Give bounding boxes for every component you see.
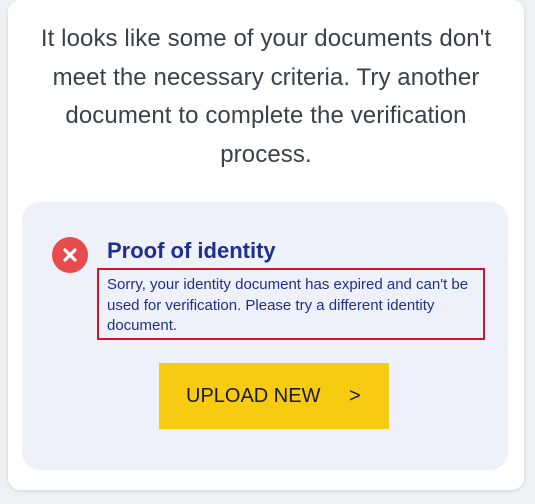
panel-title: Proof of identity xyxy=(107,238,276,263)
upload-new-button[interactable]: UPLOAD NEW > xyxy=(159,363,389,429)
chevron-right-icon: > xyxy=(349,385,361,407)
error-x-icon xyxy=(52,237,88,273)
upload-new-label: UPLOAD NEW xyxy=(186,385,321,407)
error-message: Sorry, your identity document has expire… xyxy=(97,268,485,340)
verification-card: It looks like some of your documents don… xyxy=(8,0,524,490)
intro-text: It looks like some of your documents don… xyxy=(40,25,492,168)
proof-of-identity-panel: Proof of identity Sorry, your identity d… xyxy=(22,202,508,470)
